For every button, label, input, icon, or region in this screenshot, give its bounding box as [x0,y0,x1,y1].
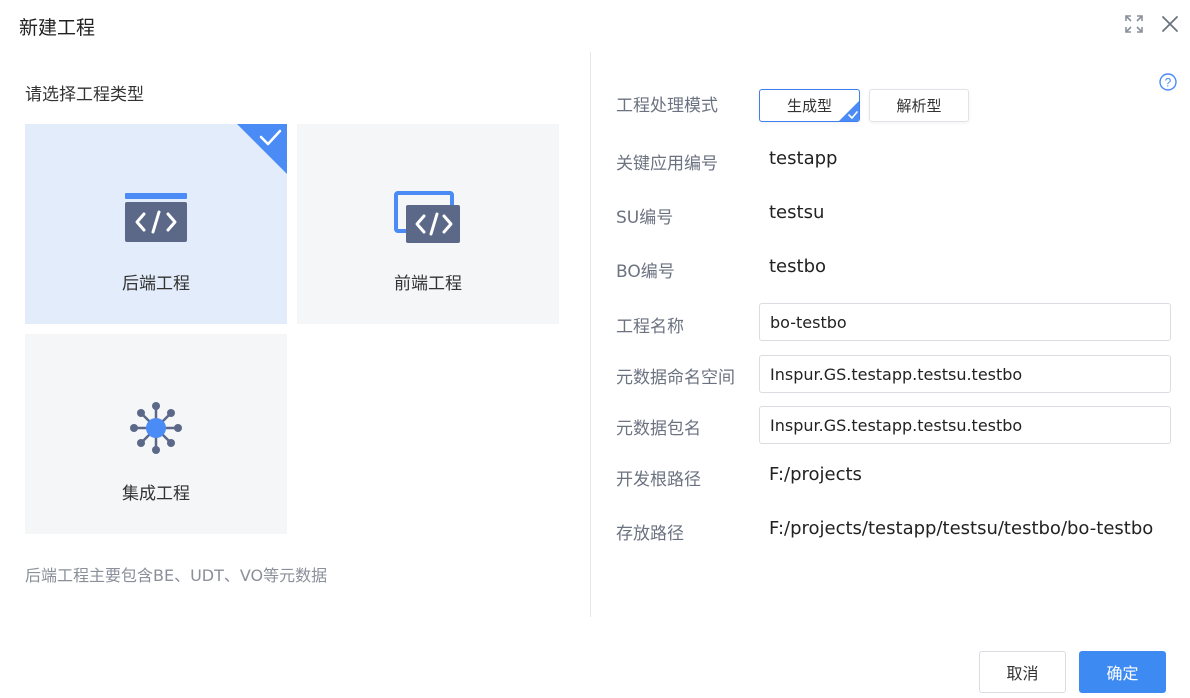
package-name-input[interactable] [759,406,1171,444]
integration-hub-icon [121,400,191,456]
root-path-label: 开发根路径 [616,470,701,490]
panel-divider [590,52,591,617]
card-backend-project[interactable]: 后端工程 [25,124,287,324]
selected-check-icon [839,101,859,121]
mode-parse-button[interactable]: 解析型 [869,89,969,122]
save-path-label: 存放路径 [616,524,684,544]
fullscreen-icon[interactable] [1124,14,1144,34]
namespace-input[interactable] [759,355,1171,393]
root-path-value: F:/projects [769,464,862,485]
confirm-button[interactable]: 确定 [1079,651,1166,693]
app-code-label: 关键应用编号 [616,154,718,174]
selected-check-icon [237,124,287,174]
app-code-value: testapp [769,148,838,169]
dialog-title: 新建工程 [19,17,96,39]
cancel-button[interactable]: 取消 [979,651,1066,693]
namespace-label: 元数据命名空间 [616,368,735,388]
bo-code-label: BO编号 [616,262,675,282]
card-label: 后端工程 [122,274,190,294]
project-type-prompt: 请选择工程类型 [25,85,144,105]
backend-code-icon [121,190,191,246]
mode-parse-label: 解析型 [896,97,942,115]
su-code-value: testsu [769,202,825,223]
project-name-input[interactable] [759,303,1171,341]
package-name-label: 元数据包名 [616,419,701,439]
svg-text:?: ? [1165,76,1172,90]
mode-label: 工程处理模式 [616,96,718,116]
mode-generate-label: 生成型 [786,97,832,115]
close-icon[interactable] [1160,14,1180,34]
su-code-label: SU编号 [616,208,674,228]
card-integration-project[interactable]: 集成工程 [25,334,287,534]
card-label: 前端工程 [394,274,462,294]
header-actions [1124,14,1180,34]
project-name-label: 工程名称 [616,317,684,337]
mode-generate-button[interactable]: 生成型 [759,89,860,122]
bo-code-value: testbo [769,256,827,277]
save-path-value: F:/projects/testapp/testsu/testbo/bo-tes… [769,518,1154,539]
frontend-code-icon [393,190,463,246]
project-type-description: 后端工程主要包含BE、UDT、VO等元数据 [25,566,328,585]
card-label: 集成工程 [122,484,190,504]
card-frontend-project[interactable]: 前端工程 [297,124,559,324]
help-icon[interactable]: ? [1159,73,1177,91]
